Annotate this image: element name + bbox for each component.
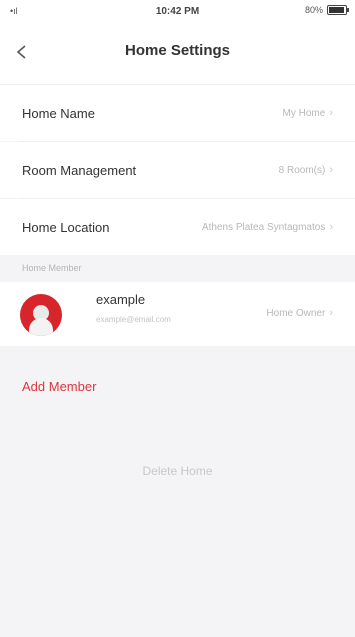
battery-indicator: 80%	[304, 5, 349, 15]
settings-content: Home Name My Home › Room Management 8 Ro…	[0, 85, 355, 637]
chevron-right-icon: ›	[329, 164, 333, 176]
member-row[interactable]: example example@email.com Home Owner ›	[0, 282, 355, 346]
home-location-label: Home Location	[22, 219, 110, 235]
room-management-value-group: 8 Room(s) ›	[279, 164, 333, 176]
chevron-right-icon: ›	[329, 307, 333, 319]
home-location-value-group: Athens Platea Syntagmatos ›	[202, 221, 333, 233]
avatar	[20, 294, 62, 336]
member-role: Home Owner	[266, 307, 326, 319]
home-name-value-group: My Home ›	[283, 107, 333, 119]
room-management-label: Room Management	[22, 162, 137, 178]
room-management-value: 8 Room(s)	[278, 164, 326, 176]
avatar-body-shape	[29, 318, 53, 336]
delete-home-button[interactable]: Delete Home	[0, 447, 355, 495]
home-location-row[interactable]: Home Location Athens Platea Syntagmatos …	[0, 199, 355, 255]
chevron-right-icon: ›	[329, 107, 333, 119]
home-name-value: My Home	[282, 107, 326, 119]
home-name-label: Home Name	[22, 105, 95, 121]
member-email: example@email.com	[96, 315, 171, 324]
page-title: Home Settings	[124, 42, 230, 59]
home-location-value: Athens Platea Syntagmatos	[201, 221, 326, 233]
home-member-section-title: Home Member	[22, 263, 82, 273]
chevron-right-icon: ›	[329, 221, 333, 233]
room-management-row[interactable]: Room Management 8 Room(s) ›	[0, 142, 355, 198]
home-name-row[interactable]: Home Name My Home ›	[0, 85, 355, 141]
navigation-bar: Home Settings	[0, 22, 355, 85]
add-member-button[interactable]: Add Member	[22, 379, 96, 394]
status-time: 10:42 PM	[155, 6, 200, 17]
battery-percent: 80%	[304, 5, 323, 15]
member-role-group: Home Owner ›	[266, 307, 333, 319]
battery-icon	[327, 5, 349, 15]
member-name: example	[96, 292, 146, 307]
status-bar: •ıl 10:42 PM 80%	[0, 0, 355, 22]
